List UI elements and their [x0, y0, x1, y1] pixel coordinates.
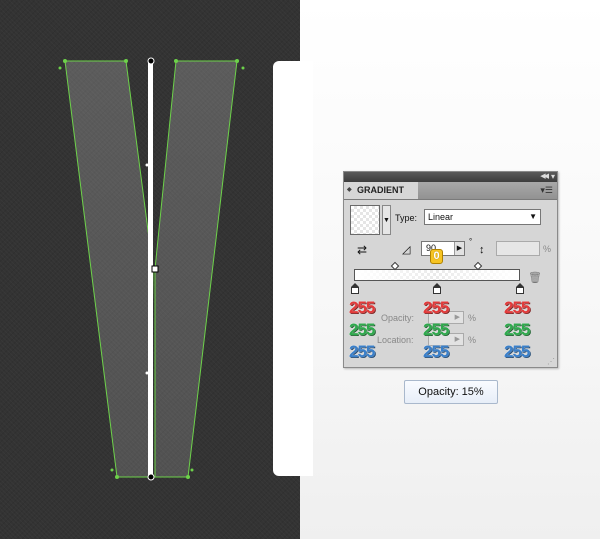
trash-icon[interactable]: 🗑: [528, 272, 542, 284]
type-label: Type:: [395, 213, 418, 223]
location-percent: %: [468, 335, 477, 345]
right-stop-green: 255: [504, 320, 530, 339]
degree-sign: °: [469, 237, 473, 246]
opacity-label: Opacity:: [381, 313, 415, 323]
letter-v-artwork[interactable]: [0, 0, 300, 539]
opacity-percent: %: [468, 313, 477, 323]
right-stop-blue: 255: [504, 342, 530, 361]
middle-stop-red: 255: [423, 298, 449, 317]
v-left-stroke[interactable]: [64, 60, 154, 478]
tab-gradient[interactable]: ◆ GRADIENT: [344, 182, 418, 199]
reverse-gradient-icon[interactable]: ⇄: [357, 243, 371, 257]
angle-input[interactable]: 90 ▶: [421, 241, 465, 256]
gradient-panel[interactable]: ◀◀ ▾ ◆ GRADIENT ▾☰ ▼ Type: Linear ▼ ⇄ ◿ …: [343, 171, 558, 368]
gradient-stop-left[interactable]: [351, 283, 359, 294]
chevron-down-icon[interactable]: ▼: [529, 210, 537, 224]
left-stop-red: 255: [349, 298, 375, 317]
middle-stop-blue: 255: [423, 342, 449, 361]
gradient-slider[interactable]: [354, 269, 520, 281]
angle-dropdown-icon[interactable]: ▶: [454, 242, 464, 255]
stop-number-badge: 0: [430, 249, 443, 264]
tab-gradient-label: GRADIENT: [357, 185, 404, 195]
aspect-ratio-input[interactable]: [496, 241, 540, 256]
double-chevron-icon[interactable]: ◆: [347, 182, 352, 199]
collapse-icon[interactable]: ◀◀: [540, 172, 549, 182]
panel-title-bar[interactable]: ◀◀ ▾: [344, 172, 557, 182]
v-right-stroke[interactable]: [154, 60, 238, 478]
angle-icon: ◿: [402, 244, 411, 256]
swatch-dropdown-button[interactable]: ▼: [382, 205, 391, 235]
close-icon[interactable]: ▾: [551, 172, 555, 182]
left-stop-green: 255: [349, 320, 375, 339]
gradient-stop-right[interactable]: [516, 283, 524, 294]
middle-stop-green: 255: [423, 320, 449, 339]
left-stop-blue: 255: [349, 342, 375, 361]
gradient-stop-middle[interactable]: [433, 283, 441, 294]
aspect-ratio-icon: ↕: [479, 244, 485, 256]
panel-menu-icon[interactable]: ▾☰: [540, 184, 553, 196]
type-select[interactable]: Linear ▼: [424, 209, 541, 225]
opacity-tooltip: Opacity: 15%: [404, 380, 498, 404]
panel-tab-strip: ◆ GRADIENT ▾☰: [344, 182, 557, 200]
type-select-value: Linear: [428, 212, 454, 222]
right-stop-red: 255: [504, 298, 530, 317]
gradient-swatch[interactable]: [350, 205, 380, 235]
aspect-percent: %: [543, 244, 552, 254]
resize-grip-icon[interactable]: ⋰: [547, 357, 555, 366]
location-label: Location:: [377, 335, 414, 345]
